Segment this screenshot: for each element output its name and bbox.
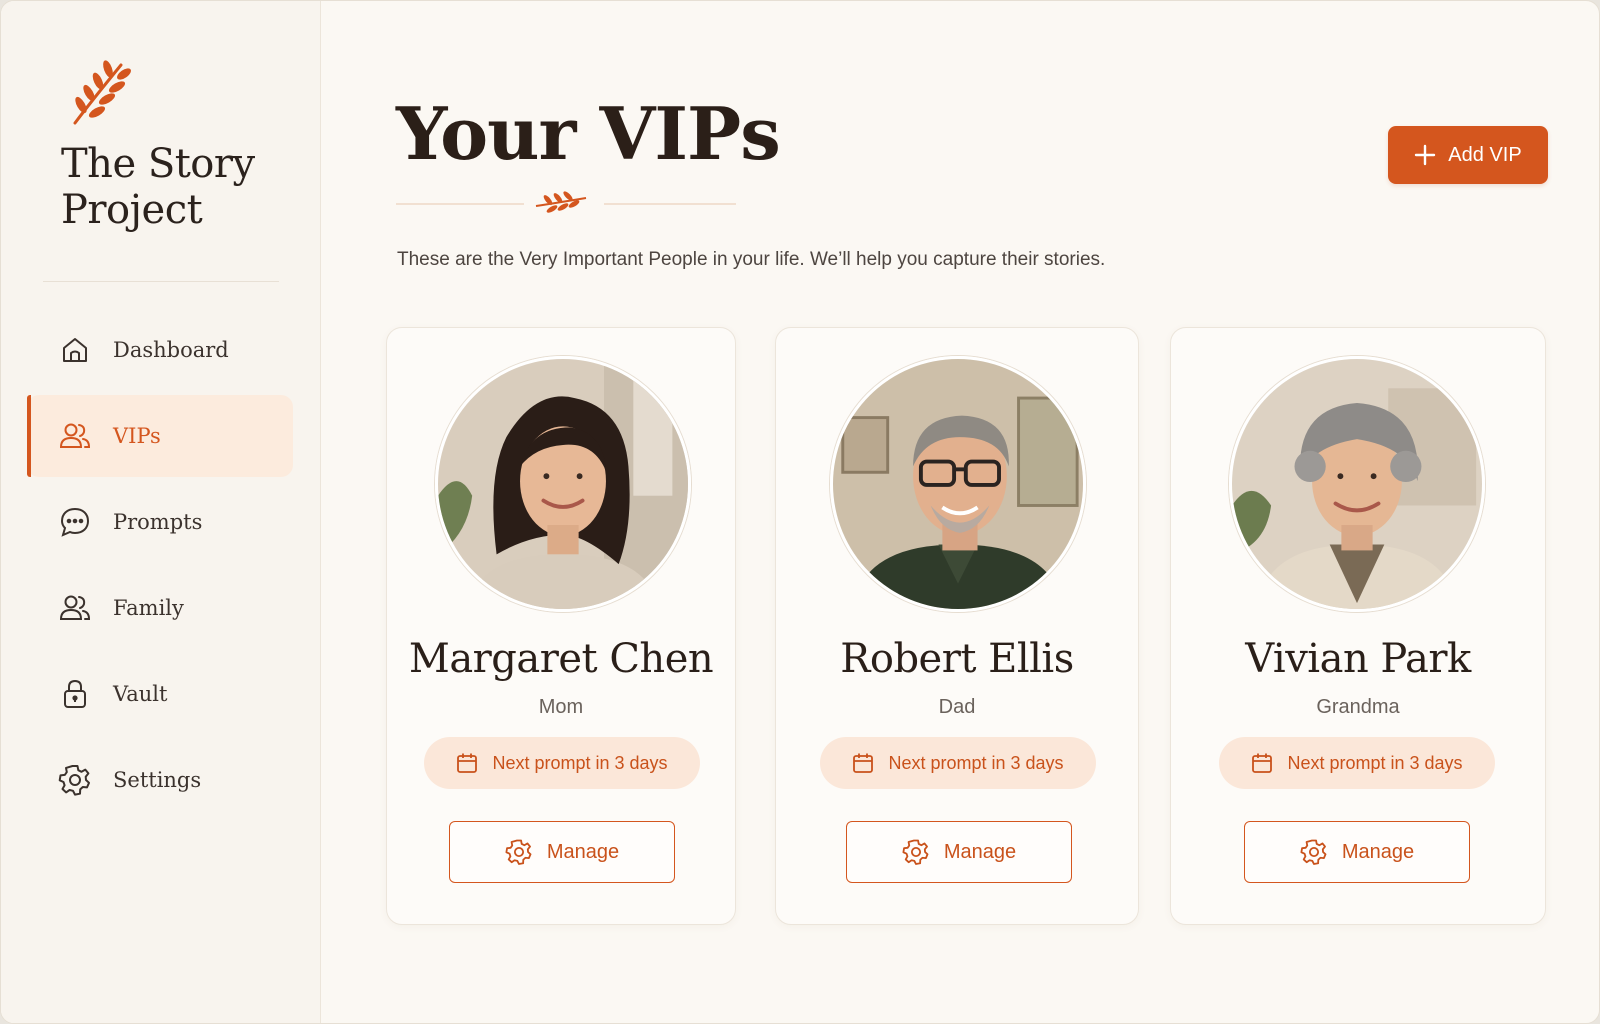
gear-icon [902, 838, 930, 866]
next-prompt-badge: Next prompt in 3 days [1219, 737, 1495, 789]
sidebar-item-label: Family [113, 596, 184, 620]
brand-line-1: The Story [61, 141, 255, 187]
chat-bubble-icon [57, 504, 93, 540]
plus-icon [1414, 144, 1436, 166]
sidebar-item-prompts[interactable]: Prompts [27, 481, 293, 563]
manage-label: Manage [1341, 840, 1415, 863]
gear-icon [57, 762, 93, 798]
next-prompt-badge: Next prompt in 3 days [424, 737, 700, 789]
vip-relation: Grandma [1316, 696, 1400, 718]
page-subtitle: These are the Very Important People in y… [397, 249, 1106, 270]
vip-avatar[interactable] [435, 356, 691, 612]
brand-line-2: Project [61, 187, 203, 233]
vip-name: Vivian Park [1245, 636, 1471, 682]
next-prompt-badge: Next prompt in 3 days [820, 737, 1096, 789]
calendar-icon [456, 752, 478, 774]
sidebar-item-label: Dashboard [113, 338, 229, 362]
vip-relation: Dad [938, 696, 976, 718]
sidebar-divider [43, 281, 279, 282]
family-icon [57, 590, 93, 626]
sidebar-item-settings[interactable]: Settings [27, 739, 293, 821]
brand-title: The Story Project [61, 141, 301, 233]
manage-button[interactable]: Manage [1244, 821, 1470, 883]
sidebar-item-label: Vault [113, 682, 168, 706]
vip-avatar[interactable] [1229, 356, 1485, 612]
sidebar: The Story Project Dashboard VIPs Prompts… [1, 1, 321, 1023]
gear-icon [1300, 838, 1328, 866]
manage-button[interactable]: Manage [449, 821, 675, 883]
page-title: Your VIPs [396, 91, 781, 176]
sidebar-item-family[interactable]: Family [27, 567, 293, 649]
vip-card: Robert Ellis Dad Next prompt in 3 days M… [775, 327, 1139, 925]
vip-card: Vivian Park Grandma Next prompt in 3 day… [1170, 327, 1546, 925]
gear-icon [505, 838, 533, 866]
sidebar-item-label: Settings [113, 768, 202, 792]
calendar-icon [852, 752, 874, 774]
next-prompt-label: Next prompt in 3 days [888, 752, 1064, 773]
sidebar-item-dashboard[interactable]: Dashboard [27, 309, 293, 391]
sidebar-item-label: Prompts [113, 510, 203, 534]
lock-icon [57, 676, 93, 712]
add-vip-label: Add VIP [1448, 143, 1522, 166]
next-prompt-label: Next prompt in 3 days [492, 752, 668, 773]
sidebar-item-vault[interactable]: Vault [27, 653, 293, 735]
main-content: Your VIPs These are the Very Important P… [321, 1, 1599, 1023]
home-icon [57, 332, 93, 368]
vip-avatar[interactable] [830, 356, 1086, 612]
next-prompt-label: Next prompt in 3 days [1287, 752, 1463, 773]
sidebar-nav: Dashboard VIPs Prompts Family Vault Sett… [27, 309, 293, 825]
sidebar-item-label: VIPs [113, 424, 161, 448]
vip-card: Margaret Chen Mom Next prompt in 3 days [386, 327, 736, 925]
add-vip-button[interactable]: Add VIP [1388, 126, 1548, 184]
users-icon [57, 418, 93, 454]
leaf-divider-icon [396, 191, 736, 213]
vip-relation: Mom [538, 696, 584, 718]
leaf-logo-icon [73, 60, 131, 125]
manage-label: Manage [943, 840, 1017, 863]
app-window: The Story Project Dashboard VIPs Prompts… [0, 0, 1600, 1024]
vip-name: Robert Ellis [840, 636, 1074, 682]
manage-button[interactable]: Manage [846, 821, 1072, 883]
vip-name: Margaret Chen [408, 636, 714, 682]
calendar-icon [1251, 752, 1273, 774]
sidebar-item-vips[interactable]: VIPs [27, 395, 293, 477]
manage-label: Manage [546, 840, 620, 863]
